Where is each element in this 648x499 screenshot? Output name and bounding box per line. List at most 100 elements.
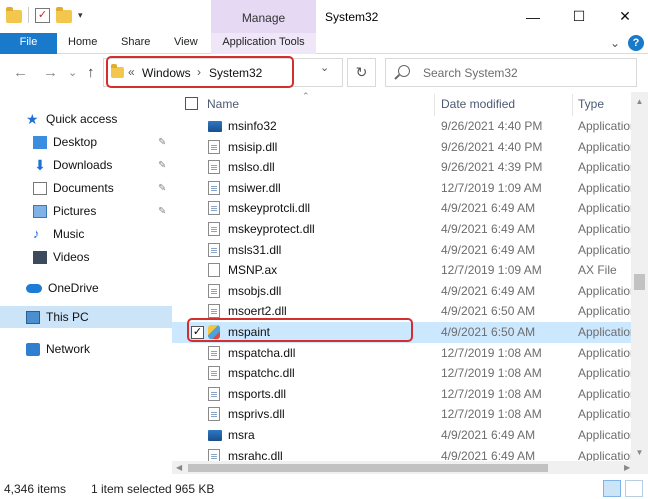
nav-item-videos[interactable]: Videos [33, 246, 89, 268]
highlight-outline [106, 56, 294, 88]
file-date-modified: 9/26/2021 4:39 PM [441, 160, 543, 175]
file-name: MSNP.ax [228, 263, 278, 278]
table-row[interactable]: msiwer.dll 12/7/2019 1:09 AM Application [172, 178, 637, 199]
table-row[interactable]: mskeyprotcli.dll 4/9/2021 6:49 AM Applicat… [172, 198, 637, 219]
column-date-modified[interactable]: Date modified [441, 97, 515, 111]
table-row[interactable]: mslso.dll 9/26/2021 4:39 PM Application [172, 157, 637, 178]
nav-item-documents[interactable]: Documents ✎ [33, 177, 172, 199]
table-row[interactable]: mspatcha.dll 12/7/2019 1:08 AM Application [172, 343, 637, 364]
scroll-thumb[interactable] [634, 274, 645, 290]
nav-item-network[interactable]: Network [26, 338, 90, 360]
manage-label: Manage [241, 11, 286, 25]
dll-icon [208, 139, 220, 154]
tab-view[interactable]: View [174, 33, 198, 54]
nav-item-music[interactable]: ♪ Music [33, 223, 84, 245]
scroll-left-icon[interactable]: ◀ [176, 461, 182, 474]
dll-icon [208, 242, 220, 257]
tab-application-tools[interactable]: Application Tools [211, 33, 316, 54]
quick-access-toolbar: ✓ ▾ [6, 6, 83, 23]
nav-item-onedrive[interactable]: OneDrive [26, 277, 99, 299]
table-row[interactable]: msls31.dll 4/9/2021 6:49 AM Application [172, 240, 637, 261]
nav-label: Pictures [53, 204, 97, 218]
close-button[interactable]: ✕ [602, 0, 648, 33]
table-row[interactable]: msra 4/9/2021 6:49 AM Application [172, 425, 637, 446]
file-type: Application [578, 222, 637, 236]
new-folder-icon[interactable] [56, 6, 72, 23]
minimize-button[interactable]: — [510, 0, 556, 33]
tab-home[interactable]: Home [68, 33, 97, 54]
scroll-down-icon[interactable]: ▼ [631, 448, 648, 457]
nav-label: Documents [53, 181, 114, 195]
manage-context-tab[interactable]: Manage [211, 0, 316, 33]
desktop-icon [33, 135, 47, 149]
file-name: msra [228, 428, 255, 442]
column-type[interactable]: Type [578, 97, 604, 111]
up-button[interactable]: ↑ [87, 64, 95, 81]
nav-label: This PC [46, 310, 89, 324]
file-list: ⌃ Name Date modified Type msinfo32 9/26/2… [172, 92, 648, 466]
status-bar: 4,346 items 1 item selected 965 KB [0, 478, 648, 499]
file-date-modified: 12/7/2019 1:08 AM [441, 345, 542, 360]
nav-item-quick-access[interactable]: ★ Quick access [26, 108, 117, 130]
exe-icon [208, 430, 222, 441]
file-name: msiwer.dll [228, 180, 281, 195]
nav-label: Downloads [53, 158, 113, 172]
file-name: msobjs.dll [228, 283, 282, 298]
maximize-button[interactable]: ☐ [556, 0, 602, 33]
forward-button[interactable]: → [43, 64, 58, 81]
file-name: mskeyprotect.dll [228, 222, 315, 236]
select-all-checkbox[interactable] [185, 97, 198, 110]
file-type: Application [578, 201, 637, 216]
file-date-modified: 9/26/2021 4:40 PM [441, 119, 543, 133]
recent-locations-button[interactable]: ⌄ [68, 66, 77, 79]
address-dropdown-icon[interactable]: ⌄ [320, 61, 329, 74]
table-row[interactable]: msinfo32 9/26/2021 4:40 PM Application [172, 116, 637, 137]
nav-label: Network [46, 342, 91, 356]
nav-item-desktop[interactable]: Desktop ✎ [33, 131, 172, 153]
exe-icon [208, 121, 222, 132]
file-type: Application [578, 304, 637, 319]
properties-icon[interactable]: ✓ [35, 7, 50, 23]
column-name[interactable]: Name [207, 97, 239, 111]
table-row[interactable]: msobjs.dll 4/9/2021 6:49 AM Application [172, 281, 637, 302]
help-icon[interactable]: ? [628, 35, 644, 51]
video-icon [33, 250, 47, 264]
refresh-button[interactable]: ↻ [347, 58, 376, 87]
dll-icon [208, 366, 220, 381]
nav-item-this-pc[interactable]: This PC [0, 306, 172, 328]
horizontal-scrollbar[interactable]: ◀ ▶ [172, 461, 648, 474]
dll-icon [208, 304, 220, 319]
table-row[interactable]: mspatchc.dll 12/7/2019 1:08 AM Application [172, 363, 637, 384]
dll-icon [208, 222, 220, 236]
large-icons-view-button[interactable] [625, 480, 643, 497]
search-box[interactable]: Search System32 [385, 58, 637, 87]
expand-ribbon-icon[interactable]: ⌄ [610, 36, 620, 50]
table-row[interactable]: MSNP.ax 12/7/2019 1:09 AM AX File [172, 260, 632, 281]
dll-icon [208, 180, 220, 195]
column-divider[interactable] [572, 94, 573, 116]
vertical-scrollbar[interactable]: ▲ ▼ [631, 92, 648, 462]
tab-file[interactable]: File [0, 33, 57, 54]
scroll-up-icon[interactable]: ▲ [631, 97, 648, 106]
scroll-thumb[interactable] [188, 464, 548, 472]
back-button[interactable]: ← [13, 64, 28, 81]
file-type: Application [578, 160, 637, 175]
nav-label: OneDrive [48, 281, 99, 295]
pin-icon: ✎ [158, 182, 167, 194]
file-type: Application [578, 119, 637, 133]
column-divider[interactable] [434, 94, 435, 116]
file-date-modified: 4/9/2021 6:49 AM [441, 222, 536, 236]
file-type: Application [578, 366, 637, 381]
ribbon-tabs: File Home Share View Application Tools [0, 33, 648, 54]
tab-share[interactable]: Share [121, 33, 150, 54]
nav-item-downloads[interactable]: ⬇ Downloads ✎ [33, 154, 172, 176]
table-row[interactable]: msisip.dll 9/26/2021 4:40 PM Application [172, 137, 637, 158]
file-type: Application [578, 325, 637, 339]
table-row[interactable]: msprivs.dll 12/7/2019 1:08 AM Application [172, 404, 637, 425]
scroll-right-icon[interactable]: ▶ [624, 461, 630, 474]
details-view-button[interactable] [603, 480, 621, 497]
nav-item-pictures[interactable]: Pictures ✎ [33, 200, 172, 222]
table-row[interactable]: msports.dll 12/7/2019 1:08 AM Application [172, 384, 637, 405]
table-row[interactable]: mskeyprotect.dll 4/9/2021 6:49 AM Applicat… [172, 219, 637, 240]
customize-toolbar-icon[interactable]: ▾ [78, 10, 83, 21]
